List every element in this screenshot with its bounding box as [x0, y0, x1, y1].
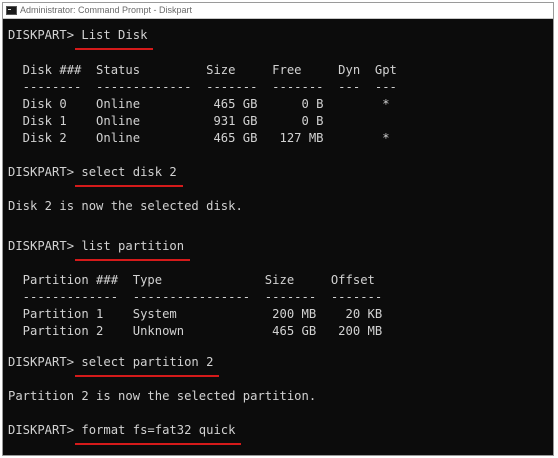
table-row: Disk 2 Online 465 GB 127 MB * [8, 131, 390, 145]
prompt: DISKPART> [8, 423, 82, 437]
command-text: select partition 2 [75, 354, 220, 377]
red-underline [75, 48, 154, 50]
table-separator: ------------- ---------------- ------- -… [8, 290, 383, 304]
red-underline [75, 443, 242, 445]
window-title: Administrator: Command Prompt - Diskpart [20, 5, 193, 15]
table-row: Disk 0 Online 465 GB 0 B * [8, 97, 390, 111]
prompt: DISKPART> [8, 165, 82, 179]
prompt: DISKPART> [8, 239, 82, 253]
table-header: Disk ### Status Size Free Dyn Gpt [8, 63, 397, 77]
command-prompt-window: Administrator: Command Prompt - Diskpart… [2, 2, 554, 456]
table-separator: -------- ------------- ------- ------- -… [8, 80, 397, 94]
prompt-line: DISKPART> List Disk [8, 27, 154, 50]
command-text: List Disk [75, 27, 154, 50]
table-header: Partition ### Type Size Offset [8, 273, 375, 287]
table-row: Disk 1 Online 931 GB 0 B [8, 114, 324, 128]
command-text: format fs=fat32 quick [75, 422, 242, 445]
title-bar: Administrator: Command Prompt - Diskpart [3, 3, 553, 19]
prompt-line: DISKPART> format fs=fat32 quick [8, 422, 242, 445]
prompt-line: DISKPART> list partition [8, 238, 191, 261]
prompt: DISKPART> [8, 355, 82, 369]
prompt-line: DISKPART> select partition 2 [8, 354, 220, 377]
command-text: select disk 2 [75, 164, 183, 187]
cmd-app-icon [6, 6, 17, 15]
prompt: DISKPART> [8, 28, 82, 42]
red-underline [75, 185, 183, 187]
red-underline [75, 375, 220, 377]
status-message: Disk 2 is now the selected disk. [8, 199, 243, 213]
command-text: list partition [75, 238, 191, 261]
status-message: Partition 2 is now the selected partitio… [8, 389, 317, 403]
console-output[interactable]: DISKPART> List Disk Disk ### Status Size… [3, 19, 553, 455]
red-underline [75, 259, 191, 261]
table-row: Partition 1 System 200 MB 20 KB [8, 307, 383, 321]
table-row: Partition 2 Unknown 465 GB 200 MB [8, 324, 383, 338]
prompt-line: DISKPART> select disk 2 [8, 164, 183, 187]
